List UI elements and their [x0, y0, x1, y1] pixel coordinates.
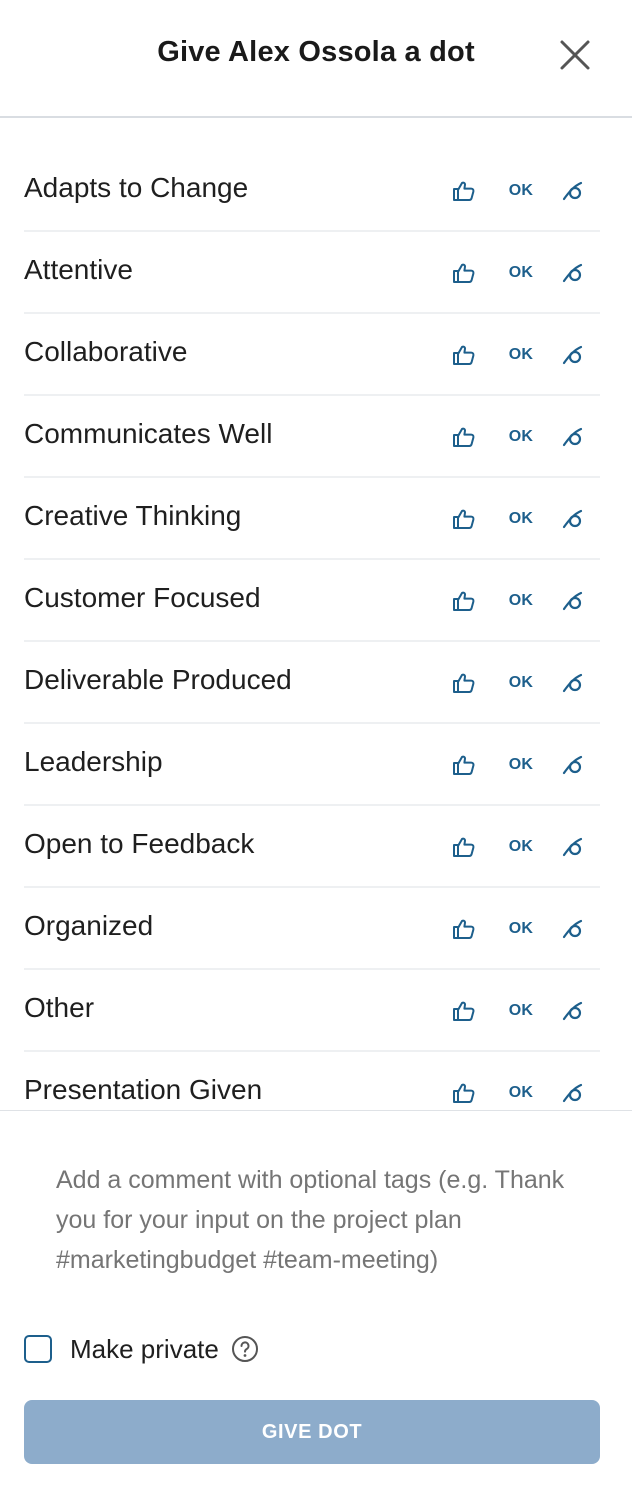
- attribute-row: Open to Feedback OK: [24, 806, 600, 888]
- attribute-label: Collaborative: [24, 336, 188, 367]
- close-icon: [560, 40, 590, 70]
- attribute-row: Adapts to Change OK: [24, 150, 600, 232]
- attribute-label: Other: [24, 992, 95, 1023]
- close-button[interactable]: [558, 38, 592, 72]
- attribute-label: Deliverable Produced: [24, 664, 292, 695]
- attribute-list: Adapts to Change OK Attentive OK Collaborati…: [24, 150, 600, 1110]
- ok-button[interactable]: OK: [506, 422, 536, 452]
- needs-improvement-icon[interactable]: [560, 340, 588, 370]
- attribute-row: Other OK: [24, 970, 600, 1052]
- give-dot-modal: Give Alex Ossola a dot Adapts to Change O…: [0, 0, 632, 1486]
- needs-improvement-icon[interactable]: [560, 176, 588, 206]
- ok-button[interactable]: OK: [506, 258, 536, 288]
- ok-button[interactable]: OK: [506, 750, 536, 780]
- modal-header: Give Alex Ossola a dot: [0, 0, 632, 118]
- attribute-label: Organized: [24, 910, 154, 941]
- rating-actions: OK: [450, 258, 600, 288]
- attribute-row: Communicates Well OK: [24, 396, 600, 478]
- make-private-checkbox[interactable]: [24, 1335, 52, 1363]
- rating-actions: OK: [450, 422, 600, 452]
- needs-improvement-icon[interactable]: [560, 586, 588, 616]
- thumbs-up-icon[interactable]: [450, 176, 478, 206]
- thumbs-up-icon[interactable]: [450, 996, 478, 1026]
- attribute-row: Collaborative OK: [24, 314, 600, 396]
- ok-button[interactable]: OK: [506, 996, 536, 1026]
- make-private-label: Make private: [70, 1333, 219, 1364]
- attribute-row: Presentation Given OK: [24, 1052, 600, 1110]
- needs-improvement-icon[interactable]: [560, 258, 588, 288]
- rating-actions: OK: [450, 832, 600, 862]
- ok-button[interactable]: OK: [506, 586, 536, 616]
- attribute-row: Organized OK: [24, 888, 600, 970]
- ok-button[interactable]: OK: [506, 1078, 536, 1108]
- attribute-label: Customer Focused: [24, 582, 261, 613]
- attribute-row: Attentive OK: [24, 232, 600, 314]
- ok-button[interactable]: OK: [506, 504, 536, 534]
- thumbs-up-icon[interactable]: [450, 504, 478, 534]
- thumbs-up-icon[interactable]: [450, 422, 478, 452]
- thumbs-up-icon[interactable]: [450, 832, 478, 862]
- needs-improvement-icon[interactable]: [560, 832, 588, 862]
- needs-improvement-icon[interactable]: [560, 750, 588, 780]
- ok-button[interactable]: OK: [506, 176, 536, 206]
- needs-improvement-icon[interactable]: [560, 914, 588, 944]
- thumbs-up-icon[interactable]: [450, 750, 478, 780]
- thumbs-up-icon[interactable]: [450, 586, 478, 616]
- thumbs-up-icon[interactable]: [450, 1078, 478, 1108]
- thumbs-up-icon[interactable]: [450, 914, 478, 944]
- needs-improvement-icon[interactable]: [560, 504, 588, 534]
- rating-actions: OK: [450, 340, 600, 370]
- attribute-row: Deliverable Produced OK: [24, 642, 600, 724]
- comment-input[interactable]: [56, 1160, 592, 1290]
- rating-actions: OK: [450, 668, 600, 698]
- rating-actions: OK: [450, 586, 600, 616]
- help-icon[interactable]: [231, 1335, 259, 1363]
- thumbs-up-icon[interactable]: [450, 668, 478, 698]
- rating-actions: OK: [450, 914, 600, 944]
- attribute-label: Creative Thinking: [24, 500, 242, 531]
- attribute-label: Attentive: [24, 254, 133, 285]
- rating-actions: OK: [450, 1078, 600, 1108]
- ok-button[interactable]: OK: [506, 832, 536, 862]
- attribute-row: Creative Thinking OK: [24, 478, 600, 560]
- attribute-label: Communicates Well: [24, 418, 273, 449]
- ok-button[interactable]: OK: [506, 668, 536, 698]
- needs-improvement-icon[interactable]: [560, 996, 588, 1026]
- thumbs-up-icon[interactable]: [450, 340, 478, 370]
- ok-button[interactable]: OK: [506, 340, 536, 370]
- attribute-label: Leadership: [24, 746, 163, 777]
- divider: [0, 1110, 632, 1111]
- modal-title: Give Alex Ossola a dot: [157, 36, 475, 68]
- rating-actions: OK: [450, 176, 600, 206]
- thumbs-up-icon[interactable]: [450, 258, 478, 288]
- rating-actions: OK: [450, 996, 600, 1026]
- attribute-label: Presentation Given: [24, 1074, 263, 1105]
- needs-improvement-icon[interactable]: [560, 422, 588, 452]
- rating-actions: OK: [450, 750, 600, 780]
- attribute-label: Adapts to Change: [24, 172, 249, 203]
- needs-improvement-icon[interactable]: [560, 668, 588, 698]
- attribute-row: Leadership OK: [24, 724, 600, 806]
- make-private-row: Make private: [24, 1332, 259, 1366]
- rating-actions: OK: [450, 504, 600, 534]
- give-dot-button[interactable]: GIVE DOT: [24, 1400, 600, 1464]
- needs-improvement-icon[interactable]: [560, 1078, 588, 1108]
- attribute-label: Open to Feedback: [24, 828, 255, 859]
- attribute-row: Customer Focused OK: [24, 560, 600, 642]
- ok-button[interactable]: OK: [506, 914, 536, 944]
